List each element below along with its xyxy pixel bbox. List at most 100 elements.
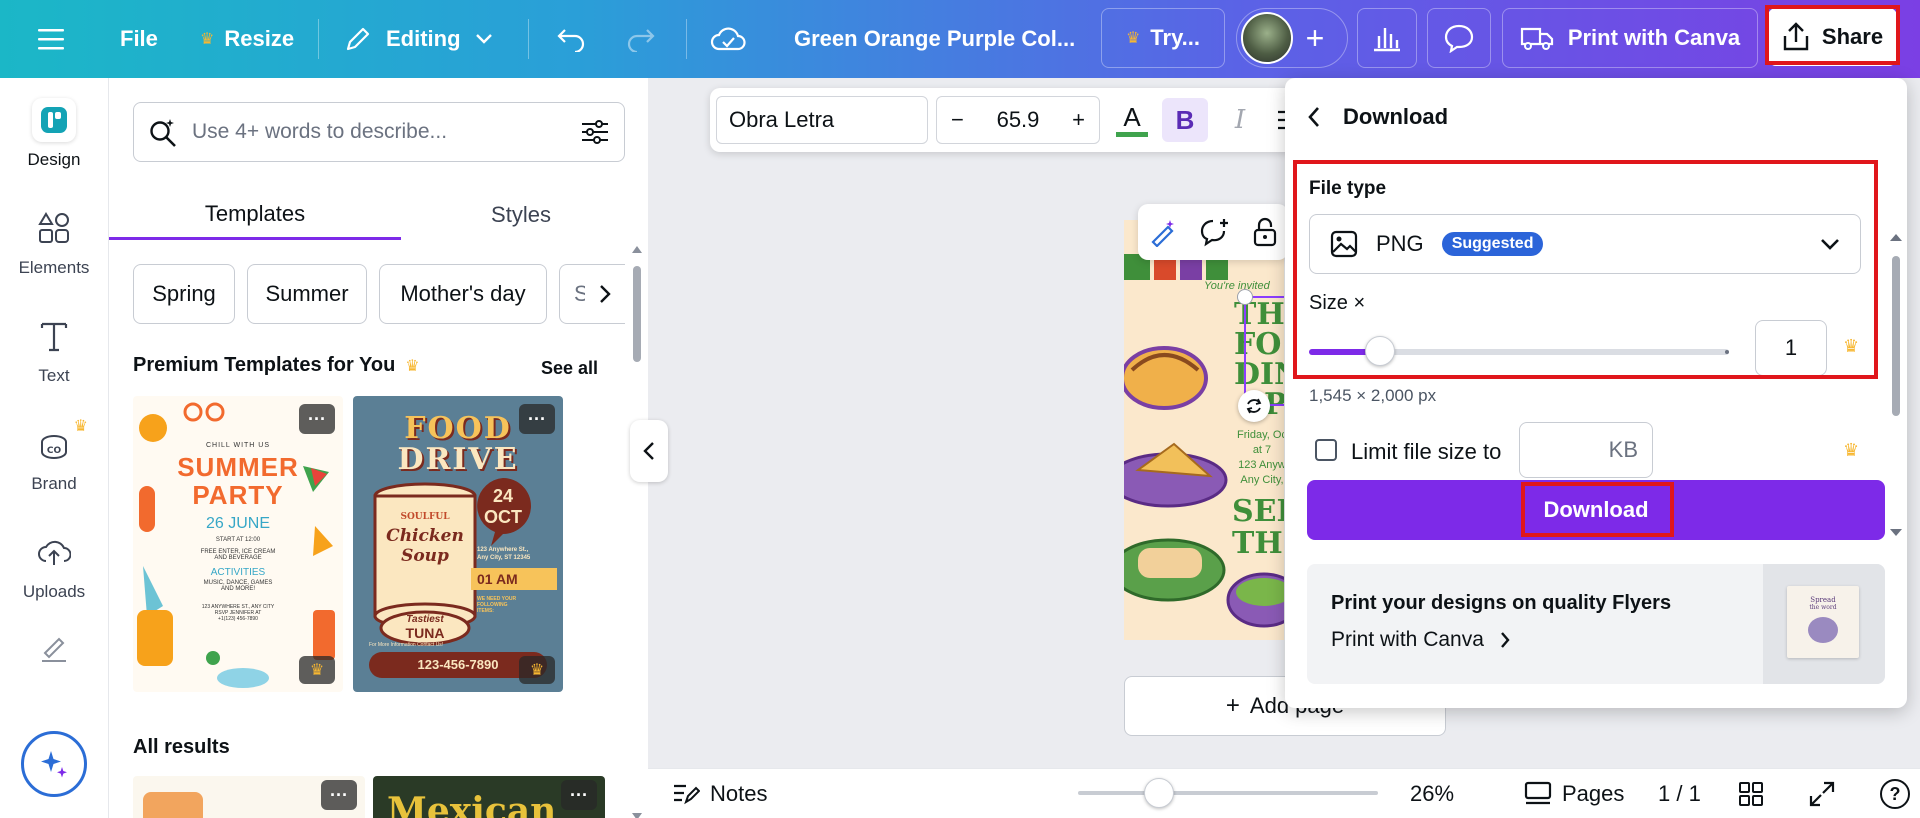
design-details: Friday, Oc at 7 123 Anyw Any City, bbox=[1232, 428, 1284, 488]
bottom-bar: Notes 26% Pages 1 / 1 ? bbox=[648, 768, 1920, 818]
menu-button[interactable] bbox=[38, 0, 66, 78]
template-thumbnail-result-1[interactable]: ··· bbox=[133, 776, 365, 818]
zoom-level[interactable]: 26% bbox=[1410, 769, 1454, 818]
notes-button[interactable]: Notes bbox=[672, 769, 767, 818]
size-slider-knob[interactable] bbox=[1365, 336, 1395, 366]
design-title[interactable]: Green Orange Purple Col... bbox=[794, 0, 1075, 78]
notes-icon bbox=[674, 784, 700, 805]
see-all-link[interactable]: See all bbox=[541, 358, 598, 379]
increase-size-button[interactable]: + bbox=[1072, 107, 1085, 133]
tab-styles[interactable]: Styles bbox=[401, 190, 641, 240]
bold-button[interactable]: B bbox=[1162, 98, 1208, 142]
pages-button[interactable]: Pages bbox=[1524, 769, 1624, 818]
more-options-button[interactable]: ··· bbox=[561, 780, 597, 810]
rail-item-text[interactable]: Text bbox=[0, 300, 108, 400]
grid-view-button[interactable] bbox=[1738, 769, 1764, 818]
avatar[interactable] bbox=[1241, 12, 1293, 64]
design-see-text: SEE THE bbox=[1232, 496, 1284, 560]
font-family-selector[interactable]: Obra Letra bbox=[716, 96, 928, 144]
resize-label: Resize bbox=[224, 26, 295, 51]
file-menu[interactable]: File bbox=[120, 0, 158, 78]
scroll-thumb[interactable] bbox=[1892, 256, 1900, 416]
summer-line: START AT 12:00 bbox=[215, 537, 261, 543]
file-size-limit-input[interactable]: KB bbox=[1519, 422, 1653, 478]
crown-icon: ♛ bbox=[1843, 336, 1860, 356]
template-thumbnail-food-drive[interactable]: FOOD DRIVE SOULFUL Chicken Soup Tastiest… bbox=[353, 396, 563, 692]
size-input[interactable]: 1 bbox=[1755, 320, 1827, 376]
magic-edit-icon[interactable] bbox=[1148, 217, 1178, 247]
more-options-button[interactable]: ··· bbox=[519, 404, 555, 434]
tab-templates[interactable]: Templates bbox=[109, 190, 401, 240]
download-button[interactable]: Download bbox=[1307, 480, 1885, 540]
chip-spring[interactable]: Spring bbox=[133, 264, 235, 324]
back-arrow-icon[interactable] bbox=[1307, 106, 1321, 128]
chip-summer[interactable]: Summer bbox=[247, 264, 367, 324]
text-color-button[interactable]: A bbox=[1112, 98, 1152, 142]
notes-label: Notes bbox=[710, 781, 768, 806]
rail-item-uploads[interactable]: Uploads bbox=[0, 516, 108, 616]
print-promo-card[interactable]: Print your designs on quality Flyers Pri… bbox=[1307, 564, 1885, 684]
redo-button[interactable] bbox=[626, 0, 656, 78]
collapse-panel-button[interactable] bbox=[630, 420, 668, 482]
cloud-save-button[interactable] bbox=[710, 0, 746, 78]
hamburger-icon bbox=[38, 29, 64, 50]
size-label: Size × bbox=[1309, 292, 1366, 314]
editing-mode-button[interactable]: Editing bbox=[344, 0, 493, 78]
share-upload-icon bbox=[1783, 22, 1809, 51]
template-search[interactable] bbox=[133, 102, 625, 162]
rotate-handle[interactable] bbox=[1238, 390, 1270, 422]
promo-flyer-card: Spread the word bbox=[1787, 586, 1859, 658]
print-with-canva-button[interactable]: Print with Canva bbox=[1502, 8, 1758, 68]
food-line: ITEMS: bbox=[477, 608, 494, 614]
grid-icon bbox=[1739, 782, 1763, 806]
scroll-thumb[interactable] bbox=[633, 266, 641, 362]
detail-line: at 7 bbox=[1252, 444, 1272, 456]
more-options-button[interactable]: ··· bbox=[299, 404, 335, 434]
insights-button[interactable] bbox=[1357, 8, 1417, 68]
chips-scroll-right[interactable] bbox=[585, 274, 625, 314]
comment-icon bbox=[1444, 24, 1474, 53]
comments-button[interactable] bbox=[1427, 8, 1491, 68]
rail-item-draw[interactable] bbox=[0, 618, 108, 678]
food-contact: For More Information Contact Us! bbox=[369, 642, 444, 648]
file-type-label: File type bbox=[1309, 178, 1387, 199]
resize-button[interactable]: ♛ Resize bbox=[200, 0, 294, 78]
chevron-right-icon bbox=[600, 285, 611, 303]
bar-chart-icon bbox=[1374, 28, 1400, 52]
try-pro-button[interactable]: ♛ Try... bbox=[1101, 8, 1225, 68]
rail-item-elements[interactable]: Elements bbox=[0, 192, 108, 292]
add-comment-icon[interactable] bbox=[1199, 217, 1231, 247]
share-button[interactable]: Share bbox=[1768, 8, 1897, 66]
design-page[interactable]: You're invited TH FO DINI P Friday, Oc a… bbox=[1124, 220, 1284, 640]
download-options-scrollbar[interactable] bbox=[1889, 156, 1903, 536]
file-type-select[interactable]: PNG Suggested bbox=[1309, 214, 1861, 274]
decrease-size-button[interactable]: − bbox=[951, 107, 964, 133]
size-slider[interactable] bbox=[1309, 336, 1729, 366]
filter-icon[interactable] bbox=[580, 119, 610, 145]
promo-link[interactable]: Print with Canva bbox=[1331, 628, 1510, 652]
fullscreen-button[interactable] bbox=[1808, 769, 1836, 818]
premium-crown-badge: ♛ bbox=[519, 656, 555, 684]
search-input[interactable] bbox=[178, 120, 580, 144]
zoom-slider[interactable] bbox=[1078, 778, 1378, 808]
help-button[interactable]: ? bbox=[1880, 769, 1910, 818]
undo-button[interactable] bbox=[556, 0, 586, 78]
summer-text: CHILL WITH US SUMMER PARTY 26 JUNE START… bbox=[133, 442, 343, 622]
resize-handle[interactable] bbox=[1237, 289, 1253, 305]
limit-label: Limit file size to bbox=[1351, 439, 1502, 464]
rail-item-brand[interactable]: CO ♛ Brand bbox=[0, 408, 108, 508]
limit-checkbox[interactable] bbox=[1315, 439, 1337, 461]
magic-assistant-button[interactable] bbox=[21, 731, 87, 797]
lock-icon[interactable] bbox=[1252, 217, 1278, 247]
rail-item-design[interactable]: Design bbox=[0, 84, 108, 184]
add-collaborator-button[interactable]: + bbox=[1293, 16, 1337, 60]
zoom-slider-knob[interactable] bbox=[1144, 778, 1174, 808]
template-thumbnail-summer-party[interactable]: CHILL WITH US SUMMER PARTY 26 JUNE START… bbox=[133, 396, 343, 692]
template-thumbnail-result-2[interactable]: Mexican ··· bbox=[373, 776, 605, 818]
panel-scrollbar[interactable] bbox=[631, 244, 643, 818]
font-size-value[interactable]: 65.9 bbox=[997, 107, 1040, 133]
more-options-button[interactable]: ··· bbox=[321, 780, 357, 810]
collaborators[interactable]: + bbox=[1236, 8, 1348, 68]
chip-mothers-day[interactable]: Mother's day bbox=[379, 264, 547, 324]
italic-button[interactable]: I bbox=[1220, 98, 1260, 142]
